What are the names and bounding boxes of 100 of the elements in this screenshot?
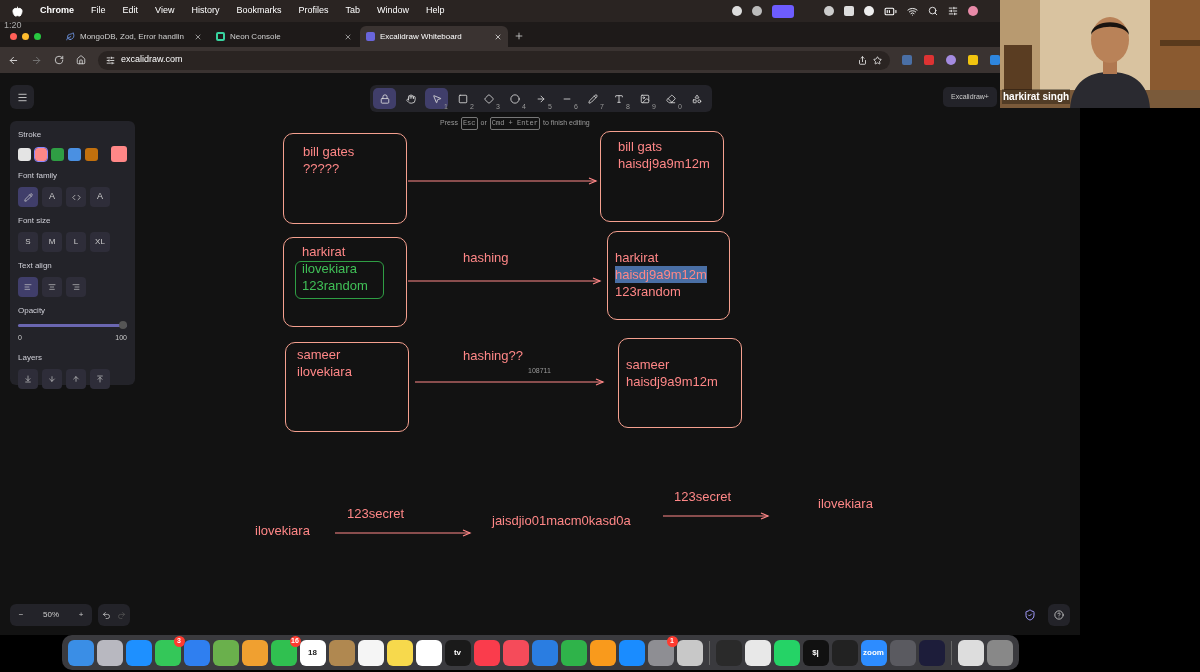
to-front-icon: [96, 374, 104, 383]
menu-item[interactable]: View: [155, 4, 175, 18]
section-label: Text align: [18, 260, 53, 272]
menu-item[interactable]: Chrome: [40, 4, 74, 18]
browser-tab[interactable]: Neon Console: [210, 26, 358, 47]
menu-icon: [16, 91, 28, 103]
new-tab-icon[interactable]: [514, 31, 524, 41]
user-avatar[interactable]: [968, 6, 978, 16]
diamond-icon: [483, 93, 494, 104]
canvas-text: jaisdjio01macm0kasd0a: [492, 512, 631, 530]
font-size-button[interactable]: M: [42, 232, 62, 252]
app-icon[interactable]: [357, 639, 384, 666]
color-swatch[interactable]: [34, 147, 48, 161]
site-settings-icon[interactable]: [106, 55, 115, 65]
help-icon: [1054, 610, 1064, 620]
menu-item[interactable]: Edit: [122, 4, 139, 18]
app-icon[interactable]: [415, 639, 442, 666]
box-text: harkirat: [302, 243, 346, 260]
tool-button[interactable]: [373, 88, 396, 109]
reload-icon[interactable]: [54, 55, 64, 65]
zoom-in-button[interactable]: +: [70, 604, 92, 626]
color-swatch[interactable]: [18, 147, 31, 161]
box-text: ilovekiara: [297, 363, 352, 380]
font-family-button[interactable]: [18, 187, 38, 207]
close-icon[interactable]: [494, 32, 502, 41]
layer-button[interactable]: [90, 368, 110, 389]
close-icon[interactable]: [194, 32, 202, 41]
forward-icon[interactable]: [31, 54, 42, 66]
color-swatch[interactable]: [51, 147, 65, 161]
zoom-out-button[interactable]: −: [10, 604, 32, 626]
install-icon[interactable]: [858, 55, 867, 65]
box-text: ?????: [303, 160, 340, 177]
align-button[interactable]: [18, 277, 38, 297]
eraser-icon: [665, 93, 676, 104]
app-icon[interactable]: tv: [444, 639, 471, 666]
extension-icon[interactable]: [968, 55, 978, 65]
app-icon-text: $|: [812, 646, 819, 659]
font-size-button[interactable]: L: [66, 232, 86, 252]
menu-item[interactable]: Window: [376, 4, 409, 18]
font-family-button[interactable]: A: [42, 187, 62, 207]
app-icon[interactable]: 18: [299, 639, 326, 666]
menu-button[interactable]: [10, 85, 34, 109]
shield-icon[interactable]: [1024, 609, 1036, 621]
box-text: haisdj9a9m12m: [626, 373, 718, 390]
canvas-text: hashing: [463, 249, 509, 267]
menu-item[interactable]: History: [191, 4, 220, 18]
menu-item[interactable]: File: [91, 4, 106, 18]
slider-thumb[interactable]: [119, 321, 127, 329]
search-icon[interactable]: [928, 6, 938, 16]
layer-button[interactable]: [42, 368, 62, 389]
wifi-icon[interactable]: [907, 5, 918, 17]
screen-share-icon[interactable]: [772, 4, 794, 18]
app-icon-text: tv: [453, 646, 462, 659]
apple-icon[interactable]: [12, 5, 23, 17]
menu-item[interactable]: Help: [426, 4, 445, 18]
tab-title: Excalidraw Whiteboard: [380, 30, 463, 43]
app-icon[interactable]: [744, 639, 771, 666]
align-right-icon: [72, 283, 80, 291]
extension-icon[interactable]: [946, 55, 956, 65]
home-icon[interactable]: [76, 55, 86, 65]
layer-button[interactable]: [18, 368, 38, 389]
color-swatch[interactable]: [84, 147, 98, 161]
layer-button[interactable]: [66, 368, 86, 389]
backward-icon: [48, 374, 56, 383]
font-family-button[interactable]: [66, 187, 86, 207]
back-icon[interactable]: [8, 54, 19, 66]
box-text: sameer: [297, 346, 341, 363]
app-icon[interactable]: [241, 639, 268, 666]
address-field[interactable]: excalidraw.com: [98, 50, 890, 70]
align-button[interactable]: [42, 277, 62, 297]
font-size-button[interactable]: S: [18, 232, 38, 252]
lock-icon: [379, 93, 390, 104]
undo-icon[interactable]: [102, 610, 111, 620]
box-text: haisdj9a9m12m: [618, 155, 710, 172]
close-icon[interactable]: [344, 32, 352, 41]
canvas-text: ilovekiara: [255, 522, 310, 540]
image-icon: [639, 93, 650, 104]
menu-item[interactable]: Bookmarks: [236, 4, 282, 18]
browser-tab[interactable]: Excalidraw Whiteboard: [360, 26, 508, 47]
box-text: bill gates: [303, 143, 355, 160]
browser-tab[interactable]: MongoDB, Zod, Error handlin: [60, 26, 208, 47]
color-swatch[interactable]: [68, 147, 81, 161]
font-size-button[interactable]: XL: [90, 232, 110, 252]
bookmark-icon[interactable]: [873, 55, 882, 65]
font-family-button[interactable]: A: [90, 187, 110, 207]
help-button[interactable]: [1048, 604, 1070, 626]
current-color-swatch[interactable]: [111, 146, 127, 162]
zoom-reset-button[interactable]: 50%: [32, 604, 70, 626]
control-center-icon[interactable]: [948, 6, 958, 16]
menu-item[interactable]: Tab: [345, 4, 360, 18]
app-icon[interactable]: [957, 639, 984, 666]
app-icon[interactable]: [773, 639, 800, 666]
align-button[interactable]: [66, 277, 86, 297]
section-label: Font size: [18, 215, 52, 227]
app-icon[interactable]: [589, 639, 616, 666]
app-icon[interactable]: $|: [802, 639, 829, 666]
app-icon[interactable]: [96, 639, 123, 666]
menu-item[interactable]: Profiles: [298, 4, 329, 18]
app-icon[interactable]: [676, 639, 703, 666]
app-icon[interactable]: [386, 639, 413, 666]
